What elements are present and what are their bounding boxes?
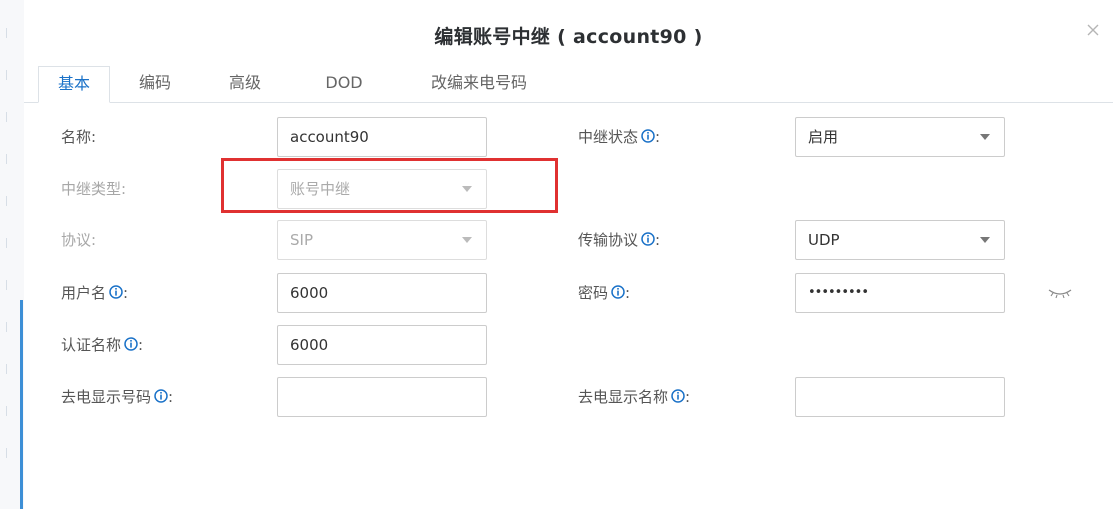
transport-select[interactable]: UDP (795, 220, 1005, 260)
background-scroll-indicator (20, 300, 23, 509)
chevron-down-icon (462, 186, 472, 192)
auth-name-input[interactable] (277, 325, 487, 365)
background-page-strip (0, 0, 25, 509)
callerid-number-input[interactable] (277, 377, 487, 417)
colon: : (685, 388, 691, 406)
username-label: 用户名: (61, 273, 128, 313)
callerid-name-label: 去电显示名称: (578, 377, 690, 417)
password-value: ••••••••• (808, 285, 869, 300)
trunk-type-value: 账号中继 (290, 180, 351, 198)
info-icon[interactable] (671, 389, 685, 403)
background-mark (6, 70, 17, 80)
protocol-label: 协议: (61, 231, 97, 249)
trunk-type-label: 中继类型: (61, 180, 127, 198)
tab-bar: 基本 编码 高级 DOD 改编来电号码 (24, 66, 1113, 103)
tab-advanced[interactable]: 高级 (217, 66, 273, 102)
callerid-name-input[interactable] (795, 377, 1005, 417)
callerid-number-label-text: 去电显示号码 (61, 388, 152, 406)
info-icon[interactable] (611, 285, 625, 299)
password-input[interactable]: ••••••••• (795, 273, 1005, 313)
background-mark (6, 112, 17, 122)
transport-label: 传输协议: (578, 220, 660, 260)
password-label-text: 密码 (578, 284, 609, 302)
edit-account-trunk-dialog: 编辑账号中继 ( account90 ) 基本 编码 高级 DOD 改编来电号码… (24, 0, 1113, 509)
callerid-number-label: 去电显示号码: (61, 377, 173, 417)
background-mark (6, 364, 17, 374)
tab-codec[interactable]: 编码 (127, 66, 183, 102)
background-mark (6, 322, 17, 332)
info-icon[interactable] (154, 389, 168, 403)
trunk-status-select[interactable]: 启用 (795, 117, 1005, 157)
background-mark (6, 28, 17, 38)
colon: : (655, 231, 661, 249)
trunk-status-label: 中继状态: (578, 117, 660, 157)
name-input[interactable] (277, 117, 487, 157)
background-mark (6, 154, 17, 164)
tab-modify-incoming-number[interactable]: 改编来电号码 (416, 66, 542, 102)
protocol-value: SIP (290, 231, 313, 249)
background-mark (6, 196, 17, 206)
transport-value: UDP (808, 231, 840, 249)
colon: : (655, 128, 661, 146)
colon: : (168, 388, 174, 406)
background-mark (6, 280, 17, 290)
username-input[interactable] (277, 273, 487, 313)
password-label: 密码: (578, 273, 630, 313)
colon: : (123, 284, 129, 302)
chevron-down-icon (980, 134, 990, 140)
trunk-status-label-text: 中继状态 (578, 128, 639, 146)
background-mark (6, 238, 17, 248)
info-icon[interactable] (641, 129, 655, 143)
info-icon[interactable] (124, 337, 138, 351)
name-label: 名称: (61, 128, 97, 146)
colon: : (625, 284, 631, 302)
tab-basic[interactable]: 基本 (38, 66, 110, 103)
chevron-down-icon (462, 237, 472, 243)
eye-closed-icon[interactable] (1047, 284, 1073, 300)
tab-dod[interactable]: DOD (314, 66, 374, 102)
callerid-name-label-text: 去电显示名称 (578, 388, 669, 406)
trunk-type-select: 账号中继 (277, 169, 487, 209)
trunk-status-value: 启用 (808, 128, 839, 146)
colon: : (138, 336, 144, 354)
protocol-select: SIP (277, 220, 487, 260)
dialog-title: 编辑账号中继 ( account90 ) (434, 26, 703, 48)
background-mark (6, 406, 17, 416)
chevron-down-icon (980, 237, 990, 243)
info-icon[interactable] (641, 232, 655, 246)
username-label-text: 用户名 (61, 284, 107, 302)
transport-label-text: 传输协议 (578, 231, 639, 249)
close-icon[interactable] (1083, 20, 1103, 40)
auth-name-label-text: 认证名称 (61, 336, 122, 354)
background-mark (6, 448, 17, 458)
info-icon[interactable] (109, 285, 123, 299)
auth-name-label: 认证名称: (61, 325, 143, 365)
